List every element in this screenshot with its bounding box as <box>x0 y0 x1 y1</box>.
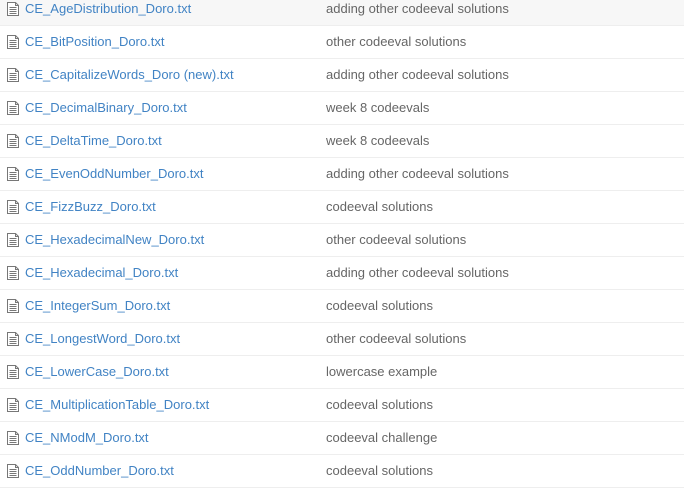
file-name-link[interactable]: CE_EvenOddNumber_Doro.txt <box>25 166 203 182</box>
commit-message[interactable]: codeeval solutions <box>326 463 433 479</box>
file-text-icon <box>7 464 19 478</box>
file-name-link[interactable]: CE_HexadecimalNew_Doro.txt <box>25 232 204 248</box>
file-name-link[interactable]: CE_IntegerSum_Doro.txt <box>25 298 170 314</box>
file-name-link[interactable]: CE_OddNumber_Doro.txt <box>25 463 174 479</box>
table-row: CE_DecimalBinary_Doro.txt week 8 codeeva… <box>0 92 684 125</box>
table-row: CE_AgeDistribution_Doro.txt adding other… <box>0 0 684 26</box>
file-list: CE_AgeDistribution_Doro.txt adding other… <box>0 0 684 488</box>
file-text-icon <box>7 101 19 115</box>
file-name-link[interactable]: CE_DecimalBinary_Doro.txt <box>25 100 187 116</box>
file-text-icon <box>7 68 19 82</box>
file-text-icon <box>7 200 19 214</box>
file-name-link[interactable]: CE_LowerCase_Doro.txt <box>25 364 169 380</box>
table-row: CE_MultiplicationTable_Doro.txt codeeval… <box>0 389 684 422</box>
commit-message[interactable]: adding other codeeval solutions <box>326 265 509 281</box>
commit-message[interactable]: other codeeval solutions <box>326 331 466 347</box>
file-name-link[interactable]: CE_NModM_Doro.txt <box>25 430 149 446</box>
file-text-icon <box>7 299 19 313</box>
table-row: CE_CapitalizeWords_Doro (new).txt adding… <box>0 59 684 92</box>
table-row: CE_DeltaTime_Doro.txt week 8 codeevals <box>0 125 684 158</box>
file-text-icon <box>7 35 19 49</box>
file-text-icon <box>7 2 19 16</box>
commit-message[interactable]: other codeeval solutions <box>326 232 466 248</box>
file-name-link[interactable]: CE_CapitalizeWords_Doro (new).txt <box>25 67 234 83</box>
table-row: CE_NModM_Doro.txt codeeval challenge <box>0 422 684 455</box>
table-row: CE_LongestWord_Doro.txt other codeeval s… <box>0 323 684 356</box>
commit-message[interactable]: adding other codeeval solutions <box>326 1 509 17</box>
commit-message[interactable]: codeeval solutions <box>326 199 433 215</box>
file-text-icon <box>7 266 19 280</box>
file-name-link[interactable]: CE_MultiplicationTable_Doro.txt <box>25 397 209 413</box>
file-text-icon <box>7 431 19 445</box>
commit-message[interactable]: codeeval solutions <box>326 397 433 413</box>
file-text-icon <box>7 398 19 412</box>
file-text-icon <box>7 233 19 247</box>
file-text-icon <box>7 134 19 148</box>
commit-message[interactable]: other codeeval solutions <box>326 34 466 50</box>
table-row: CE_Hexadecimal_Doro.txt adding other cod… <box>0 257 684 290</box>
commit-message[interactable]: codeeval solutions <box>326 298 433 314</box>
file-name-link[interactable]: CE_DeltaTime_Doro.txt <box>25 133 162 149</box>
table-row: CE_IntegerSum_Doro.txt codeeval solution… <box>0 290 684 323</box>
table-row: CE_OddNumber_Doro.txt codeeval solutions <box>0 455 684 488</box>
commit-message[interactable]: lowercase example <box>326 364 437 380</box>
table-row: CE_HexadecimalNew_Doro.txt other codeeva… <box>0 224 684 257</box>
table-row: CE_BitPosition_Doro.txt other codeeval s… <box>0 26 684 59</box>
commit-message[interactable]: adding other codeeval solutions <box>326 67 509 83</box>
file-name-link[interactable]: CE_BitPosition_Doro.txt <box>25 34 164 50</box>
file-name-link[interactable]: CE_AgeDistribution_Doro.txt <box>25 1 191 17</box>
file-name-link[interactable]: CE_LongestWord_Doro.txt <box>25 331 180 347</box>
file-text-icon <box>7 332 19 346</box>
file-text-icon <box>7 365 19 379</box>
file-text-icon <box>7 167 19 181</box>
commit-message[interactable]: adding other codeeval solutions <box>326 166 509 182</box>
file-name-link[interactable]: CE_Hexadecimal_Doro.txt <box>25 265 178 281</box>
file-name-link[interactable]: CE_FizzBuzz_Doro.txt <box>25 199 156 215</box>
table-row: CE_EvenOddNumber_Doro.txt adding other c… <box>0 158 684 191</box>
commit-message[interactable]: codeeval challenge <box>326 430 437 446</box>
commit-message[interactable]: week 8 codeevals <box>326 100 429 116</box>
table-row: CE_FizzBuzz_Doro.txt codeeval solutions <box>0 191 684 224</box>
commit-message[interactable]: week 8 codeevals <box>326 133 429 149</box>
table-row: CE_LowerCase_Doro.txt lowercase example <box>0 356 684 389</box>
